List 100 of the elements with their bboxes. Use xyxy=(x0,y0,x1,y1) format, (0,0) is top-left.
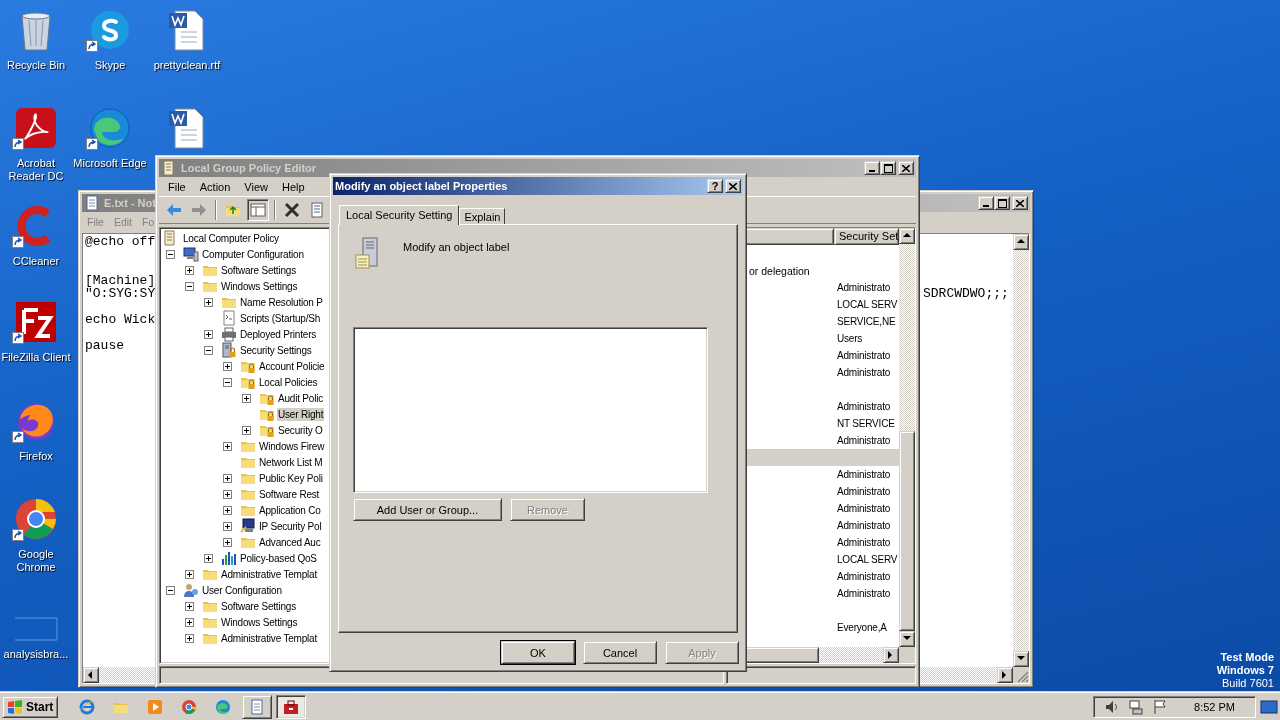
expand-icon[interactable] xyxy=(185,265,194,275)
scrollbar-thumb[interactable] xyxy=(899,431,915,631)
tree-item[interactable]: User Right xyxy=(277,407,325,421)
taskbar-button[interactable] xyxy=(276,694,307,719)
maximize-button[interactable] xyxy=(994,196,1010,210)
expand-icon[interactable] xyxy=(185,633,194,643)
tree-item[interactable]: IP Security Pol xyxy=(258,519,323,533)
expand-icon[interactable] xyxy=(223,537,232,547)
setting-cell: Users xyxy=(837,333,863,344)
tree-item[interactable]: Network List M xyxy=(258,455,324,469)
expand-icon[interactable] xyxy=(185,601,194,611)
arrow-icon xyxy=(903,232,911,240)
expand-icon[interactable] xyxy=(204,297,213,307)
collapse-icon[interactable] xyxy=(223,377,232,387)
tree-item[interactable]: Security O xyxy=(277,423,324,437)
list-button[interactable]: Add User or Group... xyxy=(353,498,502,521)
tree-item[interactable]: Windows Settings xyxy=(220,615,299,629)
dialog-button[interactable]: OK xyxy=(501,641,575,664)
start-button[interactable]: Start xyxy=(2,695,59,718)
tree-item[interactable]: Policy-based QoS xyxy=(239,551,318,565)
tree-item[interactable]: Deployed Printers xyxy=(239,327,318,341)
tab[interactable]: Local Security Setting xyxy=(339,205,460,225)
desktop-icon-label[interactable]: Google Chrome xyxy=(0,548,73,574)
document-icon xyxy=(309,202,325,218)
flag-icon xyxy=(1152,698,1169,715)
minimize-button[interactable] xyxy=(978,196,994,210)
vertical-scrollbar[interactable] xyxy=(1013,234,1029,667)
browser-icon xyxy=(88,106,132,150)
expand-icon[interactable] xyxy=(242,393,251,403)
column-header[interactable]: Security Set xyxy=(834,228,899,245)
close-icon xyxy=(1016,199,1024,207)
tree-item[interactable]: Audit Polic xyxy=(277,391,325,405)
expand-icon[interactable] xyxy=(185,569,194,579)
text-line: pause xyxy=(85,338,124,353)
desktop-icon-label[interactable]: FileZilla Client xyxy=(1,351,71,364)
expand-icon[interactable] xyxy=(204,329,213,339)
collapse-icon[interactable] xyxy=(166,585,175,595)
network-icon xyxy=(1128,698,1145,715)
tree-item[interactable]: Administrative Templat xyxy=(220,567,318,581)
desktop-icon-label[interactable]: Recycle Bin xyxy=(6,59,66,72)
size-grip-icon[interactable] xyxy=(1017,671,1029,683)
desktop-icon-label[interactable]: Microsoft Edge xyxy=(73,157,147,170)
expand-icon[interactable] xyxy=(223,505,232,515)
tree-item[interactable]: Local Computer Policy xyxy=(182,231,280,245)
tree-item[interactable]: Software Settings xyxy=(220,263,297,277)
close-button[interactable] xyxy=(725,179,741,193)
maximize-button[interactable] xyxy=(880,161,896,175)
collapse-icon[interactable] xyxy=(185,281,194,291)
tree-item[interactable]: Windows Settings xyxy=(220,279,299,293)
menu-item[interactable]: View xyxy=(237,179,275,194)
expand-icon[interactable] xyxy=(185,617,194,627)
tree-item[interactable]: Computer Configuration xyxy=(201,247,305,261)
desktop-icon-label[interactable]: Skype xyxy=(94,59,126,72)
tab[interactable]: Explain xyxy=(459,208,506,224)
filezilla-icon xyxy=(14,300,58,344)
expand-icon[interactable] xyxy=(223,361,232,371)
desktop-icon-label[interactable]: prettyclean.rtf xyxy=(153,59,221,72)
collapse-icon[interactable] xyxy=(204,345,213,355)
setting-cell: Administrato xyxy=(837,350,891,361)
help-button[interactable]: ? xyxy=(707,179,723,193)
chrome-icon xyxy=(181,698,198,715)
tree-item[interactable]: Advanced Auc xyxy=(258,535,322,549)
show-tree-button[interactable] xyxy=(247,199,269,221)
setting-cell: Administrato xyxy=(837,571,891,582)
tree-item[interactable]: Local Policies xyxy=(258,375,319,389)
tree-item[interactable]: Public Key Poli xyxy=(258,471,324,485)
expand-icon[interactable] xyxy=(242,425,251,435)
user-icon xyxy=(183,582,199,598)
setting-cell: Administrato xyxy=(837,469,891,480)
desktop-icon-label[interactable]: CCleaner xyxy=(12,255,60,268)
menu-item[interactable]: Help xyxy=(274,179,312,194)
menu-item[interactable]: Action xyxy=(192,179,238,194)
maximize-icon xyxy=(997,198,1007,208)
expand-icon[interactable] xyxy=(223,489,232,499)
close-button[interactable] xyxy=(1012,196,1028,210)
tree-item[interactable]: Security Settings xyxy=(239,343,313,357)
desktop-icon-label[interactable]: analysisbra... xyxy=(3,648,69,661)
tree-item[interactable]: Name Resolution P xyxy=(239,295,324,309)
expand-icon[interactable] xyxy=(223,441,232,451)
dialog-button[interactable]: Cancel xyxy=(583,641,657,664)
tree-item[interactable]: Application Co xyxy=(258,503,322,517)
tree-item[interactable]: User Configuration xyxy=(201,583,283,597)
monitor-key-icon xyxy=(240,518,256,534)
forward-arrow-icon xyxy=(191,202,207,218)
expand-icon[interactable] xyxy=(223,521,232,531)
menu-item[interactable]: File xyxy=(161,179,193,194)
expand-icon[interactable] xyxy=(204,553,213,563)
tree-item[interactable]: Windows Firew xyxy=(258,439,326,453)
tree-item[interactable]: Software Settings xyxy=(220,599,297,613)
collapse-icon[interactable] xyxy=(166,249,175,259)
desktop-icon-label[interactable]: Acrobat Reader DC xyxy=(0,157,73,183)
desktop-icon-label[interactable]: Firefox xyxy=(19,450,53,463)
tree-item[interactable]: Scripts (Startup/Sh xyxy=(239,311,322,325)
vertical-scrollbar[interactable] xyxy=(899,228,915,647)
expand-icon[interactable] xyxy=(223,473,232,483)
tree-item[interactable]: Software Rest xyxy=(258,487,321,501)
tree-item[interactable]: Administrative Templat xyxy=(220,631,318,645)
tree-item[interactable]: Account Policie xyxy=(258,359,326,373)
close-button[interactable] xyxy=(898,161,914,175)
minimize-button[interactable] xyxy=(864,161,880,175)
